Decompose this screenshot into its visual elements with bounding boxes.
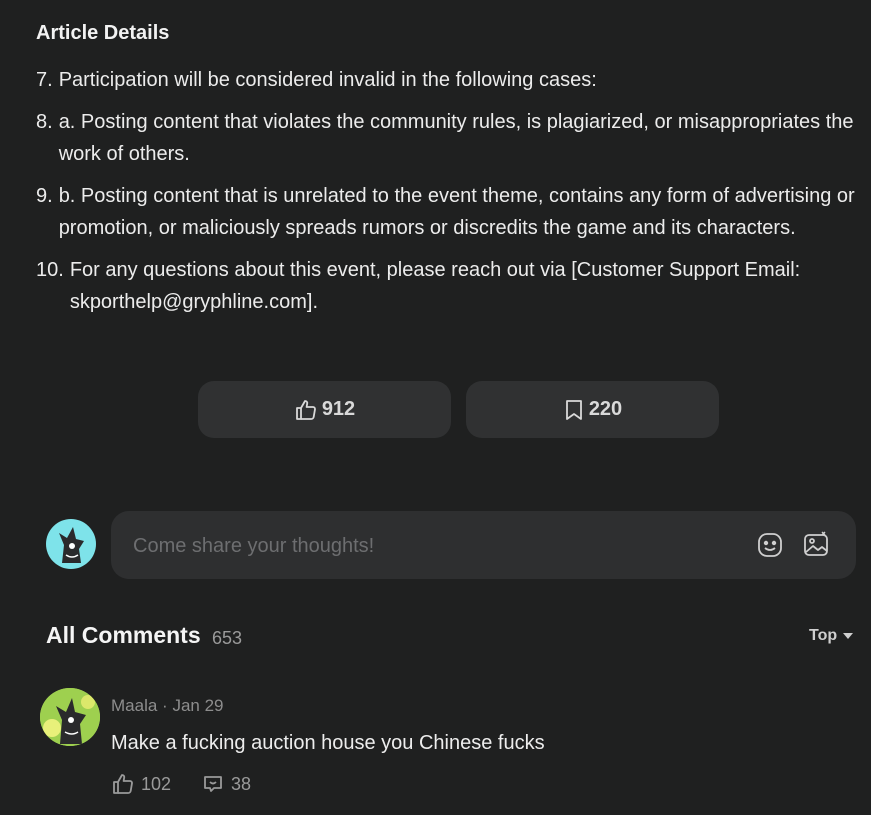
comment-like-count: 102: [141, 773, 172, 794]
bookmark-button[interactable]: 220: [466, 381, 719, 438]
image-icon: [804, 531, 828, 556]
thumbs-up-icon: [295, 399, 316, 420]
rule-text: a. Posting content that violates the com…: [58, 111, 854, 165]
list-item: 9. b. Posting content that is unrelated …: [36, 180, 871, 244]
rule-text: For any questions about this event, plea…: [69, 259, 801, 313]
list-item: 7. Participation will be considered inva…: [36, 64, 871, 96]
comment-avatar[interactable]: [40, 688, 100, 746]
rules-list: 7. Participation will be considered inva…: [36, 64, 871, 328]
rule-number: 7.: [36, 69, 53, 91]
reaction-bar: 912 220: [198, 381, 719, 438]
article-details-title: Article Details: [36, 22, 170, 44]
comment-input[interactable]: [131, 529, 735, 563]
bookmark-icon: [565, 399, 582, 420]
rule-number: 10.: [36, 259, 64, 281]
bookmark-count: 220: [588, 398, 623, 420]
comment-meta: Maala · Jan 29: [111, 696, 223, 716]
comment-reply-count: 38: [231, 773, 252, 794]
comment-reply-button[interactable]: 38: [201, 772, 251, 796]
like-count: 912: [321, 398, 356, 420]
comments-title: All Comments: [46, 622, 201, 648]
sort-dropdown[interactable]: Top: [809, 627, 854, 645]
sort-label: Top: [809, 627, 838, 644]
comment-actions: 102 38: [111, 772, 251, 796]
like-button[interactable]: 912: [198, 381, 451, 438]
rule-number: 8.: [36, 111, 53, 133]
comments-count: 653: [212, 628, 243, 648]
comment-text: Make a fucking auction house you Chinese…: [111, 732, 545, 754]
image-upload-button[interactable]: [801, 530, 831, 560]
rule-number: 9.: [36, 185, 53, 207]
avatar-character-icon: [59, 527, 84, 563]
comment-like-button[interactable]: 102: [111, 772, 171, 796]
user-avatar[interactable]: [46, 519, 96, 569]
comment-composer: [111, 511, 856, 579]
thumbs-up-icon: [113, 774, 133, 794]
emoji-button[interactable]: [755, 530, 785, 560]
emoji-icon: [758, 533, 782, 557]
chevron-down-icon: [843, 632, 854, 639]
rule-text: Participation will be considered invalid…: [58, 69, 597, 91]
separator-dot: ·: [162, 696, 173, 715]
avatar-character-icon: [40, 688, 100, 746]
list-item: 10. For any questions about this event, …: [36, 254, 871, 318]
comment-author[interactable]: Maala: [111, 696, 157, 715]
rule-text: b. Posting content that is unrelated to …: [58, 185, 855, 239]
reply-icon: [204, 776, 222, 792]
comment-date: Jan 29: [172, 696, 224, 715]
article-page: Article Details 7. Participation will be…: [0, 0, 871, 815]
list-item: 8. a. Posting content that violates the …: [36, 106, 871, 170]
